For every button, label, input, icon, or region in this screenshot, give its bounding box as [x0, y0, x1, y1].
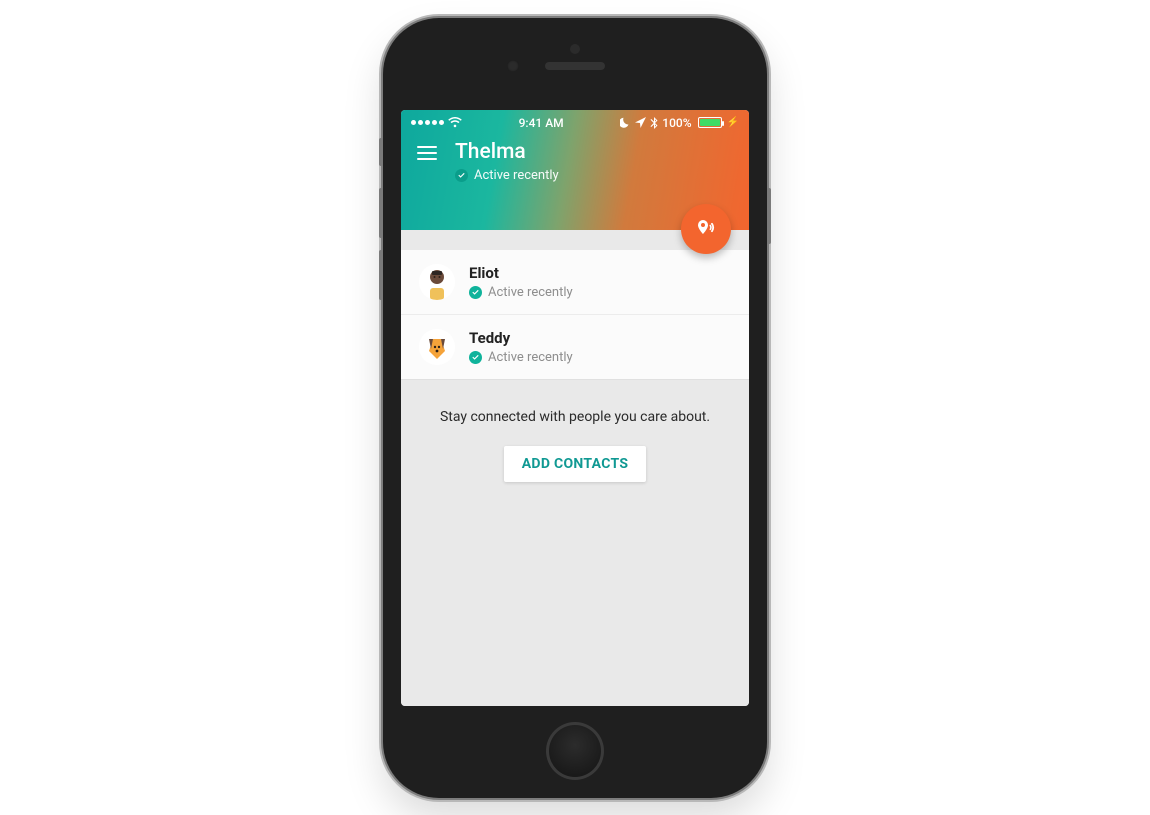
header-status-text: Active recently [474, 168, 559, 183]
promo-text: Stay connected with people you care abou… [435, 408, 715, 427]
active-check-icon [469, 286, 482, 299]
contact-name: Teddy [469, 329, 573, 347]
page-title: Thelma [455, 140, 559, 164]
contact-status-text: Active recently [488, 350, 573, 365]
status-bar-right: 100% ⚡ [620, 116, 739, 130]
front-camera [507, 60, 519, 72]
avatar-dog-icon [419, 329, 455, 365]
wifi-icon [448, 117, 462, 128]
list-item[interactable]: Eliot Active recently [401, 250, 749, 315]
menu-button[interactable] [417, 140, 437, 160]
contact-status: Active recently [469, 285, 573, 300]
status-bar-time: 9:41 AM [519, 116, 564, 130]
avatar [419, 264, 455, 300]
battery-percent: 100% [662, 116, 691, 130]
earpiece-speaker [545, 62, 605, 70]
phone-frame: 9:41 AM 100% ⚡ [383, 18, 767, 798]
location-pin-broadcast-icon [693, 216, 719, 242]
active-check-icon [469, 351, 482, 364]
battery-icon [698, 117, 722, 128]
charging-icon: ⚡ [727, 117, 739, 128]
volume-down-button[interactable] [379, 250, 383, 300]
mute-switch[interactable] [379, 138, 383, 166]
contact-status: Active recently [469, 350, 573, 365]
bluetooth-icon [650, 117, 658, 129]
location-services-icon [635, 117, 646, 128]
avatar-person-icon [419, 264, 455, 300]
status-bar: 9:41 AM 100% ⚡ [401, 110, 749, 130]
power-button[interactable] [767, 188, 771, 244]
contact-list: Eliot Active recently [401, 250, 749, 380]
home-button[interactable] [546, 722, 604, 780]
add-contacts-button[interactable]: ADD CONTACTS [504, 446, 647, 482]
app-header: 9:41 AM 100% ⚡ [401, 110, 749, 230]
list-item[interactable]: Teddy Active recently [401, 315, 749, 380]
status-bar-left [411, 117, 462, 128]
header-title-block: Thelma Active recently [455, 140, 559, 183]
header-status: Active recently [455, 168, 559, 183]
signal-strength-icon [411, 120, 444, 125]
avatar [419, 329, 455, 365]
sensor-dot [570, 44, 580, 54]
contact-name: Eliot [469, 264, 573, 282]
contact-status-text: Active recently [488, 285, 573, 300]
volume-up-button[interactable] [379, 188, 383, 238]
location-broadcast-fab[interactable] [681, 204, 731, 254]
do-not-disturb-icon [620, 117, 631, 128]
promo-section: Stay connected with people you care abou… [401, 380, 749, 511]
main-content: Eliot Active recently [401, 230, 749, 706]
active-check-icon [455, 169, 468, 182]
screen: 9:41 AM 100% ⚡ [401, 110, 749, 706]
